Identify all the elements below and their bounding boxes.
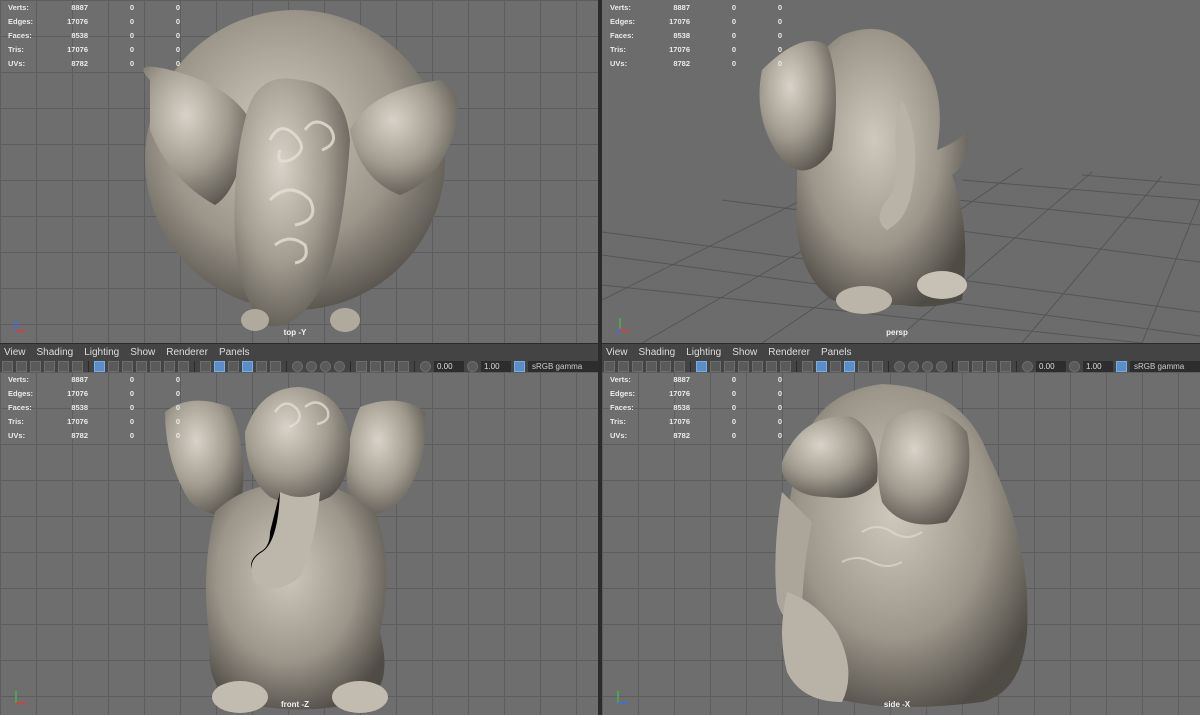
xray-icon[interactable] [370, 361, 381, 372]
gamma-field[interactable]: 1.00 [481, 361, 511, 372]
menu-lighting[interactable]: Lighting [686, 347, 721, 358]
exposure-field[interactable]: 0.00 [434, 361, 464, 372]
menu-renderer[interactable]: Renderer [768, 347, 810, 358]
panel-toolbar-right: View Shading Lighting Show Renderer Pane… [602, 343, 1200, 373]
film-gate-icon[interactable] [108, 361, 119, 372]
viewport-side[interactable]: Verts: 8887 0 0 Edges: 17076 0 0 Faces: 8538 0 0 … [602, 372, 1200, 715]
anti-aliasing-icon[interactable] [922, 361, 933, 372]
wireframe-icon[interactable] [200, 361, 211, 372]
poly-count-hud: Verts: 8887 0 0 Edges: 17076 0 0 Faces: 8538 0 0 … [610, 3, 782, 68]
grid-toggle-icon[interactable] [696, 361, 707, 372]
gamma-icon[interactable] [467, 361, 478, 372]
xray-joints-icon[interactable] [384, 361, 395, 372]
select-camera-icon[interactable] [2, 361, 13, 372]
panel-menu-bar: View Shading Lighting Show Renderer Pane… [4, 347, 250, 358]
gate-mask-icon[interactable] [738, 361, 749, 372]
image-plane-icon[interactable] [646, 361, 657, 372]
xray-components-icon[interactable] [398, 361, 409, 372]
smooth-shade-icon[interactable] [816, 361, 827, 372]
menu-show[interactable]: Show [732, 347, 757, 358]
view-transform-dropdown[interactable]: sRGB gamma [528, 361, 598, 372]
textured-icon[interactable] [844, 361, 855, 372]
safe-title-icon[interactable] [178, 361, 189, 372]
xray-components-icon[interactable] [1000, 361, 1011, 372]
viewport-front[interactable]: Verts: 8887 0 0 Edges: 17076 0 0 Faces: 8538 0 0 … [0, 372, 598, 715]
color-management-icon[interactable] [1116, 361, 1127, 372]
camera-label-persp: persp [886, 328, 908, 337]
default-material-icon[interactable] [830, 361, 841, 372]
field-chart-icon[interactable] [752, 361, 763, 372]
viewport-top[interactable]: Verts: 8887 0 0 Edges: 17076 0 0 Faces: 8538 0 0 … [0, 0, 598, 343]
lights-icon[interactable] [256, 361, 267, 372]
bookmark-icon[interactable] [632, 361, 643, 372]
textured-icon[interactable] [242, 361, 253, 372]
2d-pan-zoom-icon[interactable] [674, 361, 685, 372]
menu-renderer[interactable]: Renderer [166, 347, 208, 358]
default-material-icon[interactable] [228, 361, 239, 372]
menu-view[interactable]: View [4, 347, 26, 358]
xray-icon[interactable] [972, 361, 983, 372]
menu-shading[interactable]: Shading [639, 347, 676, 358]
ambient-occlusion-icon[interactable] [894, 361, 905, 372]
anti-aliasing-icon[interactable] [320, 361, 331, 372]
axis-gizmo-icon [15, 691, 26, 704]
depth-of-field-icon[interactable] [936, 361, 947, 372]
exposure-icon[interactable] [420, 361, 431, 372]
select-camera-icon[interactable] [604, 361, 615, 372]
menu-shading[interactable]: Shading [37, 347, 74, 358]
exposure-icon[interactable] [1022, 361, 1033, 372]
motion-blur-icon[interactable] [306, 361, 317, 372]
menu-view[interactable]: View [606, 347, 628, 358]
camera-label-front: front -Z [281, 700, 309, 709]
view-transform-dropdown[interactable]: sRGB gamma [1130, 361, 1200, 372]
menu-panels[interactable]: Panels [821, 347, 852, 358]
axis-gizmo-icon [15, 319, 26, 332]
grease-pencil-icon[interactable] [660, 361, 671, 372]
isolate-select-icon[interactable] [356, 361, 367, 372]
panel-toolbar-left: View Shading Lighting Show Renderer Pane… [0, 343, 598, 373]
color-management-icon[interactable] [514, 361, 525, 372]
grease-pencil-icon[interactable] [58, 361, 69, 372]
film-gate-icon[interactable] [710, 361, 721, 372]
camera-attributes-icon[interactable] [618, 361, 629, 372]
smooth-shade-icon[interactable] [214, 361, 225, 372]
safe-action-icon[interactable] [766, 361, 777, 372]
depth-of-field-icon[interactable] [334, 361, 345, 372]
shadows-icon[interactable] [872, 361, 883, 372]
gate-mask-icon[interactable] [136, 361, 147, 372]
bookmark-icon[interactable] [30, 361, 41, 372]
grid-toggle-icon[interactable] [94, 361, 105, 372]
poly-count-hud: Verts: 8887 0 0 Edges: 17076 0 0 Faces: 8538 0 0 … [8, 375, 180, 440]
axis-gizmo-icon [615, 318, 630, 334]
viewport-persp[interactable]: Verts: 8887 0 0 Edges: 17076 0 0 Faces: 8538 0 0 … [602, 0, 1200, 343]
safe-action-icon[interactable] [164, 361, 175, 372]
wireframe-icon[interactable] [802, 361, 813, 372]
camera-attributes-icon[interactable] [16, 361, 27, 372]
ambient-occlusion-icon[interactable] [292, 361, 303, 372]
exposure-field[interactable]: 0.00 [1036, 361, 1066, 372]
field-chart-icon[interactable] [150, 361, 161, 372]
menu-show[interactable]: Show [130, 347, 155, 358]
resolution-gate-icon[interactable] [122, 361, 133, 372]
gamma-field[interactable]: 1.00 [1083, 361, 1113, 372]
image-plane-icon[interactable] [44, 361, 55, 372]
xray-joints-icon[interactable] [986, 361, 997, 372]
camera-label-top: top -Y [283, 328, 307, 337]
poly-count-hud: Verts: 8887 0 0 Edges: 17076 0 0 Faces: 8538 0 0 … [610, 375, 782, 440]
isolate-select-icon[interactable] [958, 361, 969, 372]
camera-label-side: side -X [883, 700, 911, 709]
safe-title-icon[interactable] [780, 361, 791, 372]
2d-pan-zoom-icon[interactable] [72, 361, 83, 372]
gamma-icon[interactable] [1069, 361, 1080, 372]
panel-menu-bar: View Shading Lighting Show Renderer Pane… [606, 347, 852, 358]
resolution-gate-icon[interactable] [724, 361, 735, 372]
menu-panels[interactable]: Panels [219, 347, 250, 358]
lights-icon[interactable] [858, 361, 869, 372]
menu-lighting[interactable]: Lighting [84, 347, 119, 358]
shadows-icon[interactable] [270, 361, 281, 372]
axis-gizmo-icon [617, 691, 628, 704]
poly-count-hud: Verts: 8887 0 0 Edges: 17076 0 0 Faces: 8538 0 0 … [8, 3, 180, 68]
motion-blur-icon[interactable] [908, 361, 919, 372]
